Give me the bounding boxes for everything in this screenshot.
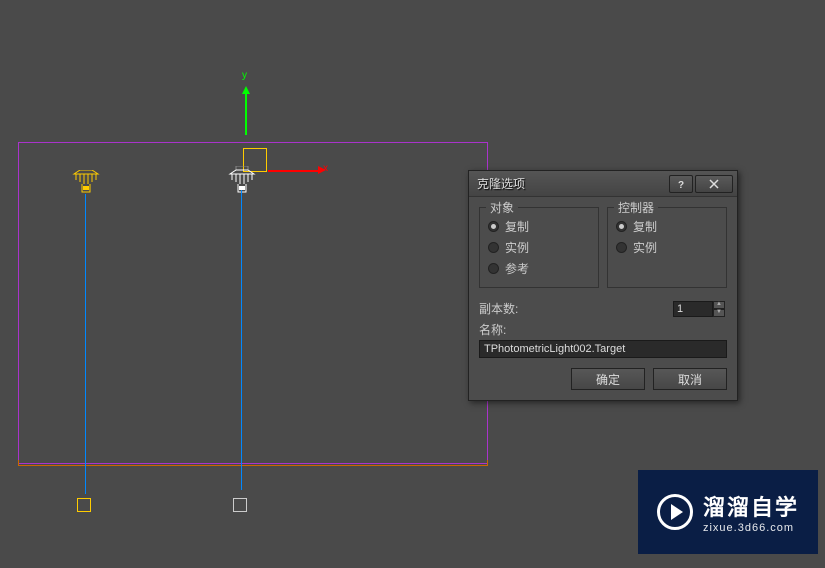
light-target-line [241, 190, 242, 490]
dialog-body: 对象 复制 实例 参考 控制器 复制 [469, 197, 737, 400]
object-reference-option[interactable]: 参考 [488, 258, 590, 279]
radio-icon [488, 263, 499, 274]
radio-label: 复制 [505, 218, 529, 235]
axis-y-arrow-icon [242, 86, 250, 94]
light-icon [72, 170, 100, 194]
object-instance-option[interactable]: 实例 [488, 237, 590, 258]
object-group-label: 对象 [486, 199, 518, 216]
clone-options-dialog: 克隆选项 ? 对象 复制 实例 参考 [468, 170, 738, 401]
watermark-title: 溜溜自学 [703, 490, 799, 522]
light-target-line [85, 194, 86, 494]
copies-spinner[interactable]: ▲ ▼ [673, 301, 727, 317]
radio-icon [488, 242, 499, 253]
controller-group-label: 控制器 [614, 199, 658, 216]
help-button[interactable]: ? [669, 175, 693, 193]
controller-instance-option[interactable]: 实例 [616, 237, 718, 258]
ok-button[interactable]: 确定 [571, 368, 645, 390]
copies-row: 副本数: ▲ ▼ [479, 300, 727, 317]
close-button[interactable] [695, 175, 733, 193]
axis-x-label: x [323, 163, 328, 174]
radio-label: 复制 [633, 218, 657, 235]
axis-x-line [268, 170, 318, 172]
axis-y-line [245, 90, 247, 135]
radio-icon [488, 221, 499, 232]
name-input[interactable] [479, 340, 727, 358]
light-target-box[interactable] [233, 498, 247, 512]
radio-icon [616, 221, 627, 232]
watermark-url: zixue.3d66.com [703, 522, 799, 534]
radio-icon [616, 242, 627, 253]
selection-edge [18, 460, 488, 466]
object-group: 对象 复制 实例 参考 [479, 207, 599, 288]
viewport[interactable]: y x [10, 20, 490, 530]
dialog-buttons: 确定 取消 [479, 368, 727, 390]
watermark: 溜溜自学 zixue.3d66.com [638, 470, 818, 554]
light-icon [228, 166, 256, 194]
play-icon [671, 504, 683, 520]
radio-label: 实例 [505, 239, 529, 256]
cancel-button[interactable]: 取消 [653, 368, 727, 390]
svg-text:?: ? [678, 180, 684, 189]
ok-label: 确定 [596, 371, 620, 388]
help-icon: ? [676, 179, 686, 189]
controller-copy-option[interactable]: 复制 [616, 216, 718, 237]
dialog-titlebar[interactable]: 克隆选项 ? [469, 171, 737, 197]
radio-label: 参考 [505, 260, 529, 277]
photometric-light-2[interactable] [228, 166, 256, 197]
cancel-label: 取消 [678, 371, 702, 388]
copies-input[interactable] [673, 301, 713, 317]
copies-label: 副本数: [479, 300, 518, 317]
object-copy-option[interactable]: 复制 [488, 216, 590, 237]
name-row: 名称: [479, 321, 727, 358]
axis-y-label: y [242, 70, 247, 81]
light-target-box[interactable] [77, 498, 91, 512]
photometric-light-1[interactable] [72, 170, 100, 197]
name-label: 名称: [479, 323, 506, 337]
controller-group: 控制器 复制 实例 [607, 207, 727, 288]
spinner-down-icon[interactable]: ▼ [713, 309, 725, 317]
close-icon [709, 179, 719, 189]
spinner-up-icon[interactable]: ▲ [713, 301, 725, 309]
watermark-logo-icon [657, 494, 693, 530]
radio-label: 实例 [633, 239, 657, 256]
axis-gizmo[interactable]: y x [245, 90, 345, 190]
dialog-title: 克隆选项 [477, 175, 667, 192]
